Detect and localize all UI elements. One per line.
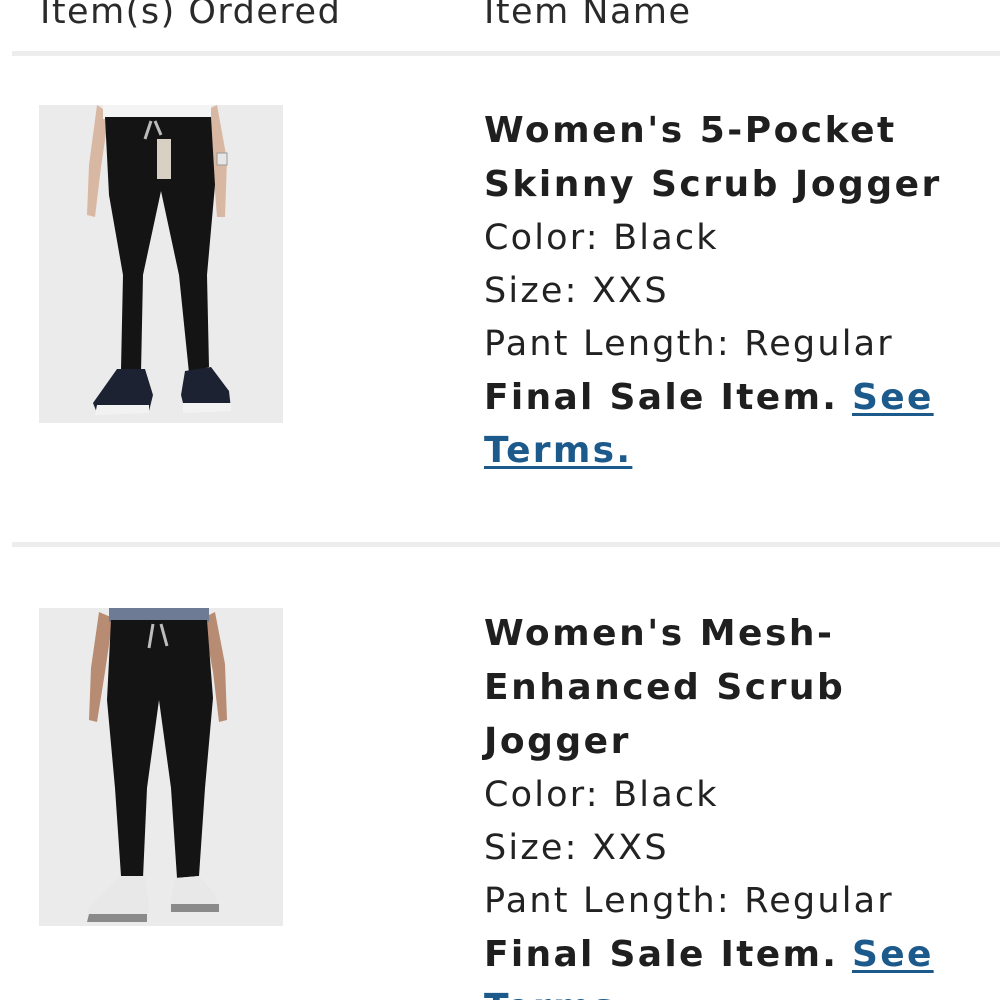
item-color: Color: Black xyxy=(484,775,719,815)
final-sale-label: Final Sale Item. xyxy=(484,934,839,975)
item-name-column-header: Item Name xyxy=(484,0,692,32)
item-color: Color: Black xyxy=(484,218,719,258)
item-size: Size: XXS xyxy=(484,271,669,311)
items-ordered-column-header: Item(s) Ordered xyxy=(40,0,342,32)
item-pant-length: Pant Length: Regular xyxy=(484,881,894,921)
item-details: Women's Mesh-Enhanced Scrub Jogger Color… xyxy=(484,607,984,1000)
items-table-header: Item(s) Ordered Item Name xyxy=(0,0,1000,52)
product-image[interactable] xyxy=(39,105,283,423)
final-sale-label: Final Sale Item. xyxy=(484,377,839,418)
final-sale-notice: Final Sale Item. See Terms. xyxy=(484,371,984,477)
header-divider xyxy=(12,51,1000,56)
item-size: Size: XXS xyxy=(484,828,669,868)
product-image[interactable] xyxy=(39,608,283,926)
jogger-product-photo xyxy=(39,105,283,423)
item-pant-length: Pant Length: Regular xyxy=(484,324,894,364)
item-title: Women's 5-Pocket Skinny Scrub Jogger xyxy=(484,110,942,205)
item-divider xyxy=(12,542,1000,547)
final-sale-notice: Final Sale Item. See Terms. xyxy=(484,928,984,1000)
item-title: Women's Mesh-Enhanced Scrub Jogger xyxy=(484,613,846,762)
jogger-product-photo xyxy=(39,608,283,926)
item-details: Women's 5-Pocket Skinny Scrub Jogger Col… xyxy=(484,104,984,477)
order-items-page: Item(s) Ordered Item Name Women's 5-Pock… xyxy=(0,0,1000,1000)
